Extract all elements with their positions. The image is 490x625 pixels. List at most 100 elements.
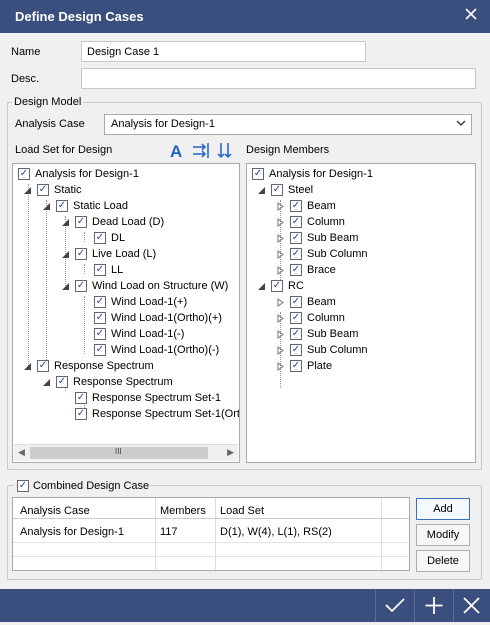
checkbox-checked-icon[interactable]: ✓	[94, 312, 106, 324]
close-icon[interactable]	[462, 6, 480, 24]
title-bar: Define Design Cases	[0, 0, 490, 33]
checkbox-checked-icon[interactable]: ✓	[290, 216, 302, 228]
checkbox-checked-icon[interactable]: ✓	[290, 248, 302, 260]
checkbox-checked-icon[interactable]: ✓	[252, 168, 264, 180]
collapse-arrow-icon[interactable]	[42, 378, 51, 387]
expand-arrow-icon[interactable]	[276, 346, 285, 355]
collapse-arrow-icon[interactable]	[257, 282, 266, 291]
checkbox-checked-icon[interactable]: ✓	[17, 480, 29, 492]
checkbox-checked-icon[interactable]: ✓	[94, 264, 106, 276]
collapse-arrow-icon[interactable]	[23, 362, 32, 371]
checkbox-checked-icon[interactable]: ✓	[290, 232, 302, 244]
tree-node-label: Column	[307, 216, 345, 228]
plus-icon[interactable]	[415, 589, 453, 622]
expand-arrow-icon[interactable]	[276, 266, 285, 275]
chevron-down-icon	[456, 118, 466, 130]
checkbox-checked-icon[interactable]: ✓	[75, 408, 87, 420]
tree-node-label: Response Spectrum	[73, 376, 173, 388]
expand-arrow-icon[interactable]	[276, 234, 285, 243]
column-header-load-set[interactable]: Load Set	[220, 504, 264, 518]
tree-node-label: Beam	[307, 200, 336, 212]
cell-analysis-case: Analysis for Design-1	[20, 526, 124, 538]
table-row[interactable]: Analysis for Design-1 117 D(1), W(4), L(…	[13, 520, 409, 542]
combined-design-checkbox[interactable]: ✓ Combined Design Case	[17, 478, 149, 494]
checkbox-checked-icon[interactable]: ✓	[290, 296, 302, 308]
tree-node-label: Live Load (L)	[92, 248, 157, 260]
checkbox-checked-icon[interactable]: ✓	[290, 200, 302, 212]
scroll-left-icon[interactable]: ◀	[18, 447, 25, 458]
tree-node-label: LL	[111, 264, 124, 276]
checkbox-checked-icon[interactable]: ✓	[75, 248, 87, 260]
dialog-title: Define Design Cases	[15, 9, 144, 24]
tree-node-label: Wind Load-1(-)	[111, 328, 185, 340]
tree-node-label: Dead Load (D)	[92, 216, 165, 228]
scroll-grip: III	[115, 447, 122, 456]
collapse-all-icon[interactable]	[215, 141, 234, 160]
expand-arrow-icon[interactable]	[276, 330, 285, 339]
expand-arrow-icon[interactable]	[276, 218, 285, 227]
expand-arrow-icon[interactable]	[276, 202, 285, 211]
add-button[interactable]: Add	[416, 498, 470, 520]
tree-node-label: Response Spectrum	[54, 360, 154, 372]
checkbox-checked-icon[interactable]: ✓	[37, 360, 49, 372]
delete-button[interactable]: Delete	[416, 550, 470, 572]
checkbox-checked-icon[interactable]: ✓	[94, 296, 106, 308]
collapse-arrow-icon[interactable]	[42, 202, 51, 211]
tree-node-label: Static	[54, 184, 82, 196]
checkbox-checked-icon[interactable]: ✓	[290, 328, 302, 340]
checkbox-checked-icon[interactable]: ✓	[56, 376, 68, 388]
checkbox-checked-icon[interactable]: ✓	[271, 280, 283, 292]
checkbox-checked-icon[interactable]: ✓	[290, 312, 302, 324]
analysis-case-label: Analysis Case	[15, 118, 85, 130]
tree-node-label: Plate	[307, 360, 333, 372]
checkbox-checked-icon[interactable]: ✓	[56, 200, 68, 212]
expand-all-icon[interactable]	[191, 141, 210, 160]
column-header-members[interactable]: Members	[160, 504, 206, 518]
desc-input[interactable]	[81, 68, 476, 89]
expand-arrow-icon[interactable]	[276, 314, 285, 323]
desc-label: Desc.	[11, 73, 40, 85]
expand-arrow-icon[interactable]	[276, 298, 285, 307]
combined-design-table[interactable]: Analysis Case Members Load Set Analysis …	[12, 497, 410, 571]
checkbox-checked-icon[interactable]: ✓	[271, 184, 283, 196]
check-icon[interactable]	[376, 589, 414, 622]
checkbox-checked-icon[interactable]: ✓	[75, 280, 87, 292]
font-icon[interactable]: A	[167, 141, 186, 161]
tree-node-label: Analysis for Design-1	[35, 168, 139, 180]
tree-node-label: Sub Beam	[307, 232, 359, 244]
collapse-arrow-icon[interactable]	[257, 186, 266, 195]
close-icon[interactable]	[453, 589, 490, 622]
expand-arrow-icon[interactable]	[276, 250, 285, 259]
tree-node-label: Wind Load-1(Ortho)(+)	[111, 312, 222, 324]
tree-node-label: RC	[288, 280, 304, 292]
checkbox-checked-icon[interactable]: ✓	[290, 264, 302, 276]
collapse-arrow-icon[interactable]	[61, 250, 70, 259]
tree-node-label: Brace	[307, 264, 336, 276]
name-input[interactable]	[81, 41, 366, 62]
checkbox-checked-icon[interactable]: ✓	[94, 232, 106, 244]
tree-node-label: Wind Load on Structure (W)	[92, 280, 229, 292]
modify-button[interactable]: Modify	[416, 524, 470, 546]
checkbox-checked-icon[interactable]: ✓	[18, 168, 30, 180]
column-header-analysis-case[interactable]: Analysis Case	[20, 504, 90, 518]
checkbox-checked-icon[interactable]: ✓	[75, 392, 87, 404]
load-set-tree[interactable]: ◀ III ▶ ✓ Analysis for Design-1 ✓ Static ✓ St…	[12, 163, 240, 463]
tree-node-label: Column	[307, 312, 345, 324]
cell-members: 117	[160, 526, 178, 538]
analysis-case-select[interactable]: Analysis for Design-1	[104, 114, 472, 135]
design-model-group-title: Design Model	[12, 96, 84, 108]
scroll-right-icon[interactable]: ▶	[227, 447, 234, 458]
collapse-arrow-icon[interactable]	[61, 282, 70, 291]
expand-arrow-icon[interactable]	[276, 362, 285, 371]
collapse-arrow-icon[interactable]	[61, 218, 70, 227]
checkbox-checked-icon[interactable]: ✓	[94, 328, 106, 340]
checkbox-checked-icon[interactable]: ✓	[37, 184, 49, 196]
checkbox-checked-icon[interactable]: ✓	[290, 360, 302, 372]
checkbox-checked-icon[interactable]: ✓	[75, 216, 87, 228]
design-members-tree[interactable]: ✓ Analysis for Design-1 ✓ Steel ✓ Beam ✓ Column…	[246, 163, 476, 463]
load-set-hscrollbar[interactable]: ◀ III ▶	[14, 444, 238, 461]
collapse-arrow-icon[interactable]	[23, 186, 32, 195]
checkbox-checked-icon[interactable]: ✓	[94, 344, 106, 356]
combined-design-header: ✓ Combined Design Case	[14, 478, 150, 494]
checkbox-checked-icon[interactable]: ✓	[290, 344, 302, 356]
